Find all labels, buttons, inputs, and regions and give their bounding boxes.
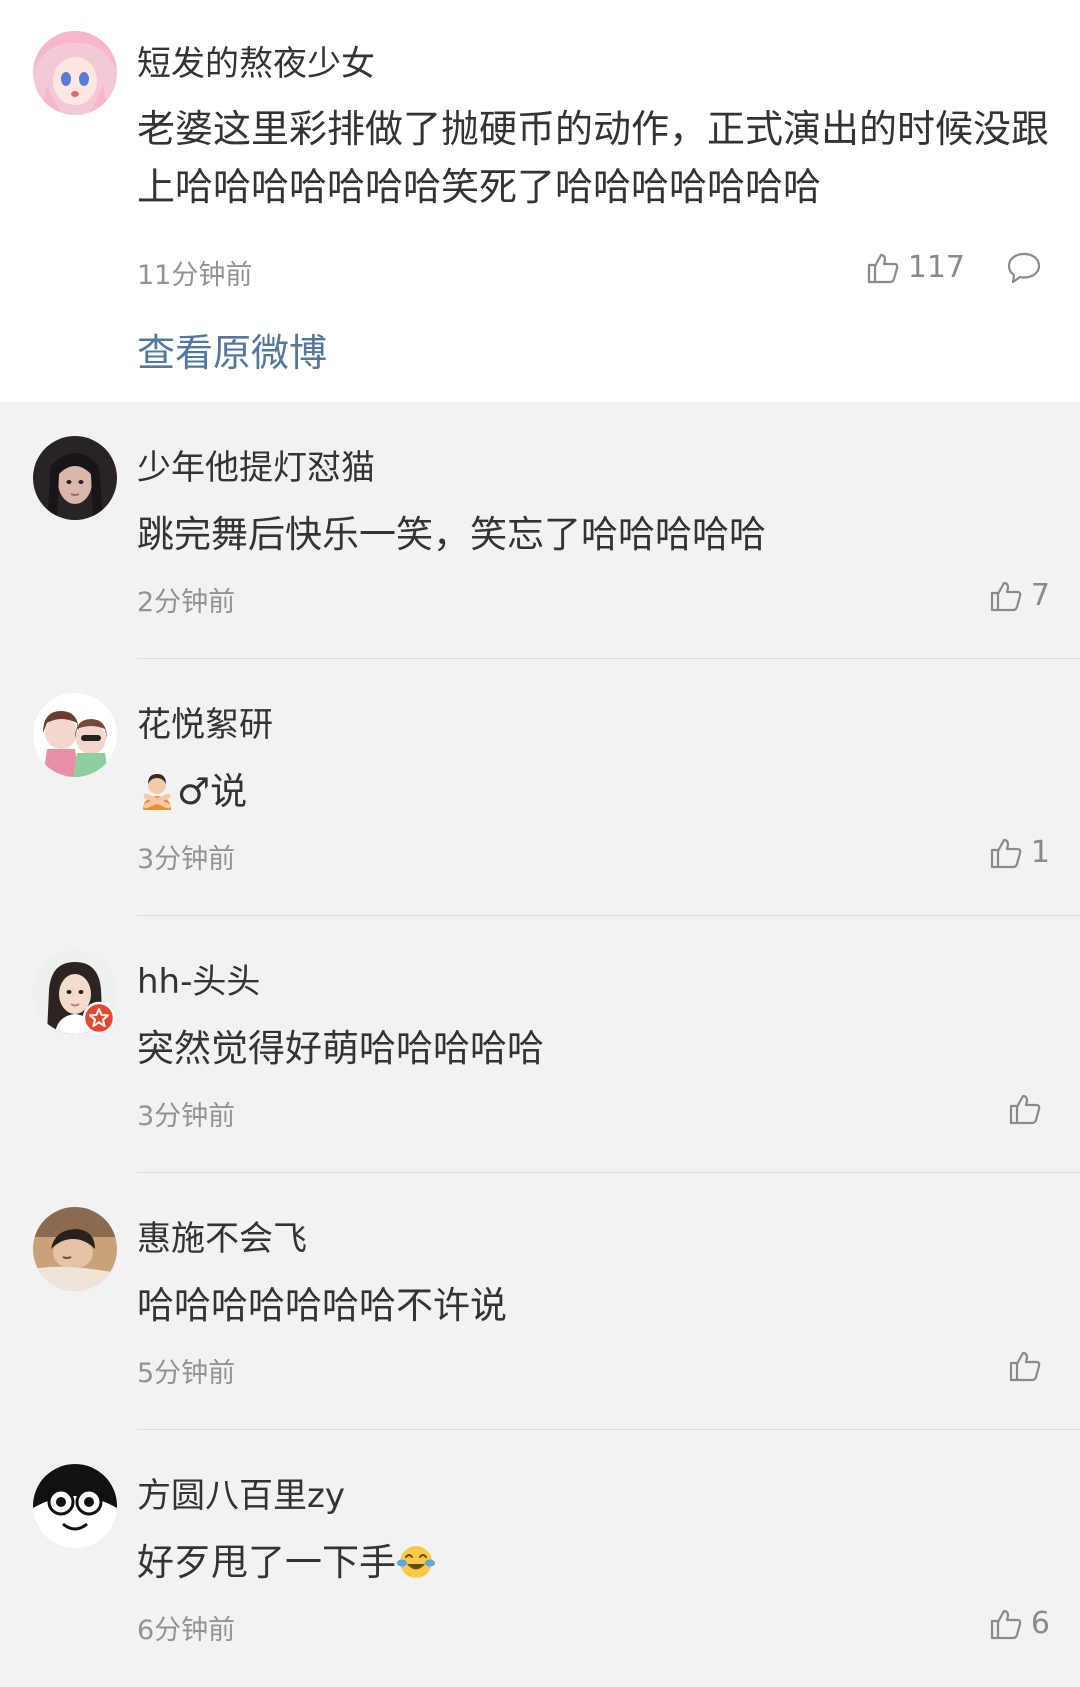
like-button[interactable]: 7 — [989, 578, 1050, 613]
thumbs-up-icon — [990, 1609, 1022, 1639]
avatar[interactable] — [33, 31, 117, 115]
like-button[interactable] — [1008, 1092, 1050, 1126]
username[interactable]: hh-头头 — [137, 954, 260, 1003]
like-count: 117 — [907, 250, 965, 285]
reply-item: 惠施不会飞 哈哈哈哈哈哈哈不许说 5分钟前 — [0, 1173, 1080, 1430]
thumbs-up-icon — [990, 838, 1022, 868]
username[interactable]: 花悦絮研 — [137, 697, 273, 746]
timestamp: 2分钟前 — [137, 587, 236, 618]
avatar[interactable] — [33, 436, 117, 520]
comment-text: 哈哈哈哈哈哈哈不许说 — [137, 1284, 507, 1327]
avatar[interactable] — [33, 693, 117, 777]
like-count: 7 — [1030, 578, 1050, 613]
reply-item: 少年他提灯怼猫 跳完舞后快乐一笑，笑忘了哈哈哈哈哈 2分钟前 7 — [0, 402, 1080, 659]
avatar[interactable] — [33, 1464, 117, 1548]
verified-badge-icon — [82, 1001, 116, 1035]
thumbs-up-icon — [1009, 1351, 1041, 1382]
reply-item: 方圆八百里zy 好歹甩了一下手 6分钟前 6 — [0, 1430, 1080, 1687]
comment-text-head: 好歹甩了一下手 — [137, 1541, 396, 1584]
like-count: 6 — [1030, 1606, 1050, 1641]
like-button[interactable]: 6 — [989, 1606, 1050, 1641]
reply-item: hh-头头 突然觉得好萌哈哈哈哈哈 3分钟前 — [0, 916, 1080, 1173]
like-button[interactable]: 117 — [866, 250, 965, 285]
like-count: 1 — [1030, 835, 1050, 870]
thumbs-up-icon — [990, 581, 1022, 611]
comment-text: 突然觉得好萌哈哈哈哈哈 — [137, 1027, 544, 1070]
main-comment: 短发的熬夜少女 老婆这里彩排做了抛硬币的动作，正式演出的时候没跟上哈哈哈哈哈哈哈… — [0, 0, 1080, 402]
view-original-link[interactable]: 查看原微博 — [137, 322, 327, 377]
username[interactable]: 短发的熬夜少女 — [137, 36, 375, 85]
comment-text: ♂说 — [137, 761, 247, 815]
timestamp: 5分钟前 — [137, 1358, 236, 1389]
thumbs-up-icon — [1009, 1094, 1041, 1125]
username[interactable]: 少年他提灯怼猫 — [137, 440, 375, 489]
avatar[interactable] — [33, 1207, 117, 1291]
timestamp: 3分钟前 — [137, 844, 236, 875]
like-button[interactable] — [1008, 1349, 1050, 1383]
comment-text: 老婆这里彩排做了抛硬币的动作，正式演出的时候没跟上哈哈哈哈哈哈哈笑死了哈哈哈哈哈… — [137, 107, 1050, 209]
reply-item: 花悦絮研 ♂说 3分钟前 1 — [0, 659, 1080, 916]
comment-text-tail: ♂说 — [177, 770, 248, 813]
like-button[interactable]: 1 — [989, 835, 1050, 870]
timestamp: 3分钟前 — [137, 1101, 236, 1132]
person-gesturing-no-emoji — [137, 770, 177, 810]
thumbs-up-icon — [867, 253, 899, 283]
timestamp: 11分钟前 — [137, 260, 253, 291]
comment-text: 跳完舞后快乐一笑，笑忘了哈哈哈哈哈 — [137, 513, 766, 556]
laughing-crying-emoji — [396, 1541, 436, 1581]
username[interactable]: 惠施不会飞 — [137, 1211, 307, 1260]
comment-bubble-icon[interactable] — [1006, 251, 1042, 285]
username[interactable]: 方圆八百里zy — [137, 1468, 345, 1517]
timestamp: 6分钟前 — [137, 1615, 236, 1646]
comment-text: 好歹甩了一下手 — [137, 1532, 436, 1586]
